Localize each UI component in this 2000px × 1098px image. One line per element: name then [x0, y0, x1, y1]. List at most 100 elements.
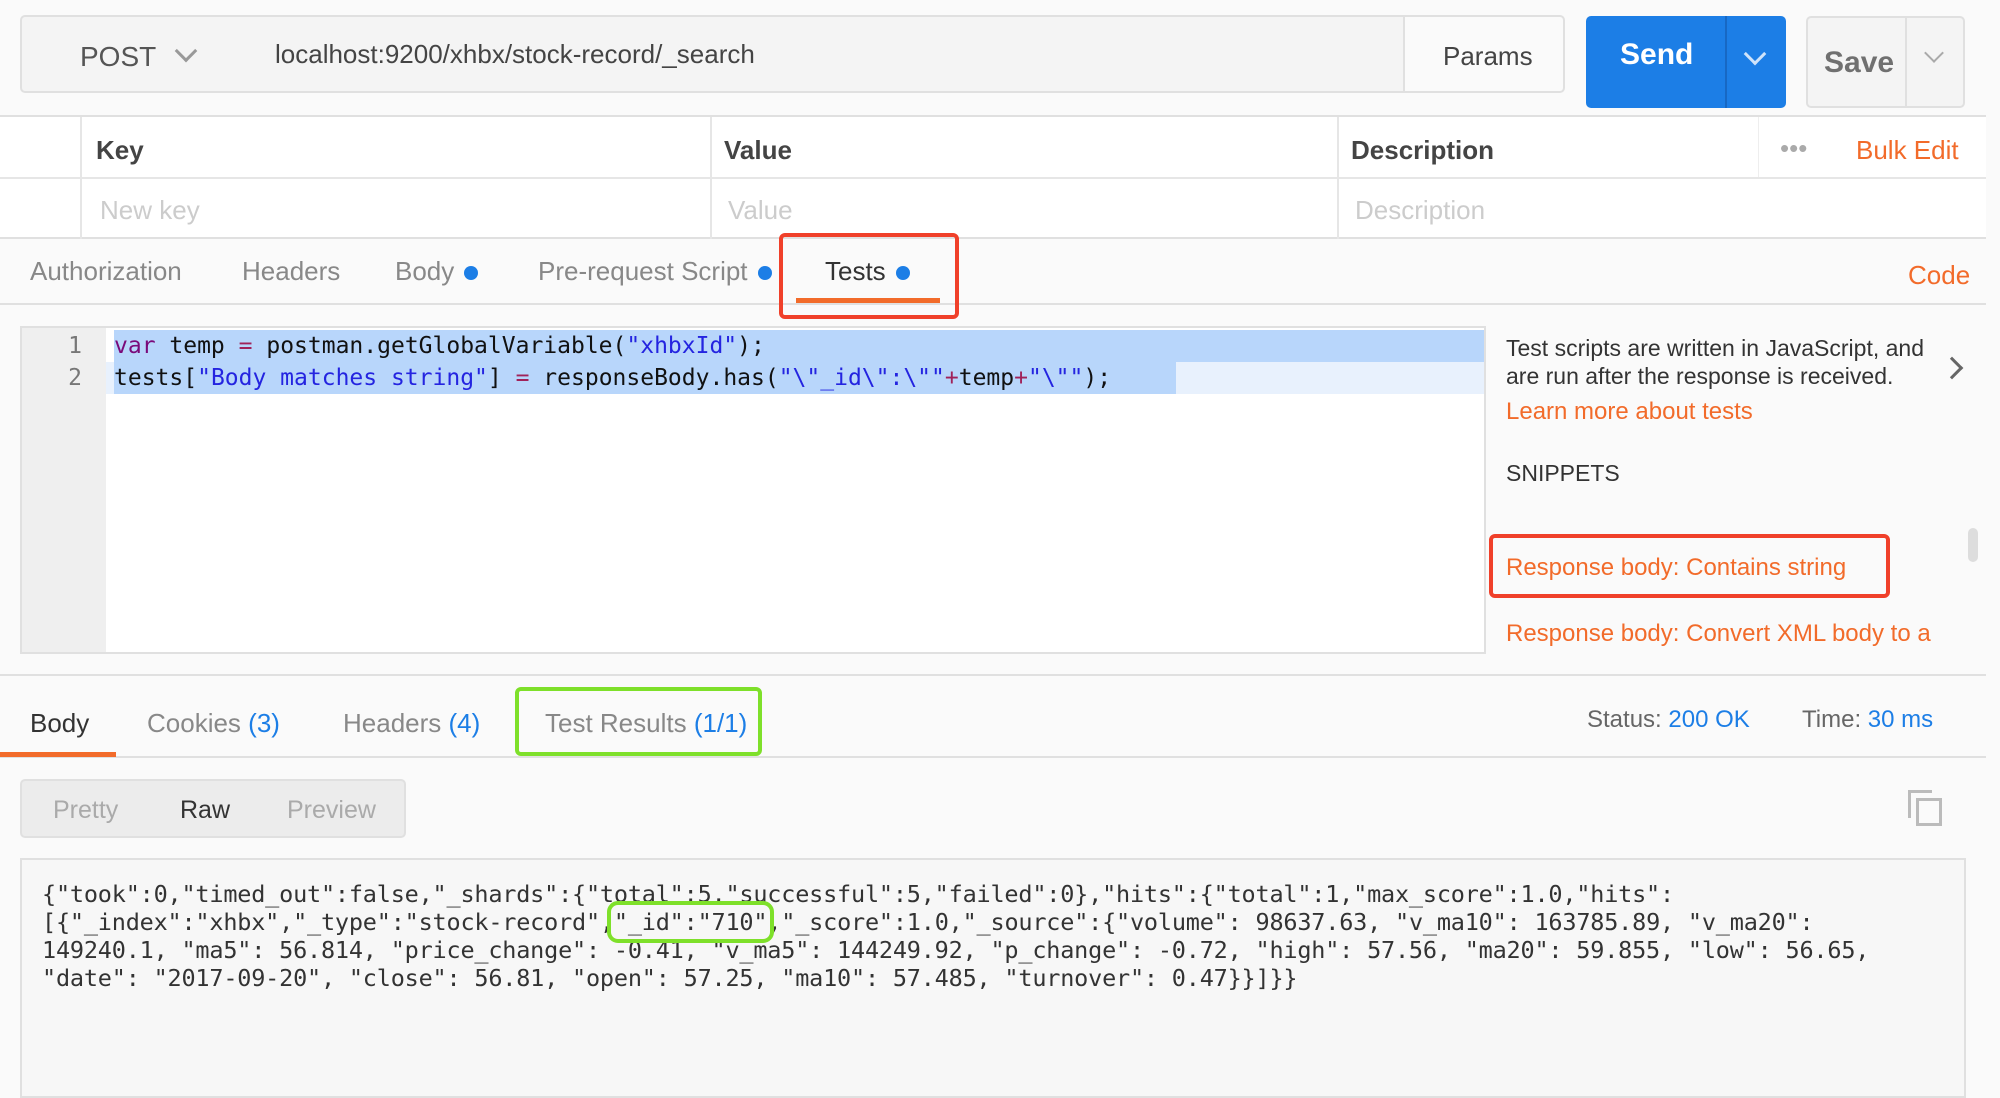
status-label: Status:	[1587, 706, 1662, 733]
tab-cookies[interactable]: Cookies (3)	[147, 708, 280, 739]
request-tabs: Authorization Headers Body Pre-request S…	[0, 239, 1986, 305]
response-time: Time: 30 ms	[1802, 706, 1933, 734]
tab-pre-request-script[interactable]: Pre-request Script	[538, 256, 772, 287]
chevron-down-icon	[174, 39, 198, 63]
modified-dot-icon	[757, 266, 772, 281]
tab-body-label: Body	[395, 256, 455, 286]
code-line: tests["Body matches string"] = responseB…	[114, 362, 1111, 394]
snippets-title: SNIPPETS	[1506, 460, 1620, 486]
method-select[interactable]: POST	[20, 15, 255, 93]
method-label: POST	[80, 41, 157, 72]
send-button[interactable]: Send	[1586, 16, 1725, 108]
status-value: 200 OK	[1668, 706, 1750, 733]
code-token: "\""	[1027, 365, 1084, 391]
code-line: var temp = postman.getGlobalVariable("xh…	[114, 330, 1111, 362]
save-label: Save	[1824, 46, 1895, 79]
code-token: ]	[487, 365, 516, 391]
snippet-convert-xml[interactable]: Response body: Convert XML body to a	[1506, 620, 1931, 648]
code-token: =	[238, 333, 253, 359]
response-text: {"took":0,"timed_out":false,"_shards":{"…	[42, 880, 1869, 992]
response-segment: "date": "2017-09-20", "close": 56.81, "o…	[42, 964, 1298, 992]
params-label: Params	[1443, 41, 1533, 71]
save-button[interactable]: Save	[1806, 16, 1906, 108]
response-segment: 149240.1, "ma5": 56.814, "price_change":…	[42, 936, 1870, 964]
response-segment: {"took":0,"timed_out":false,"_shards":{"…	[42, 880, 1674, 908]
header-key: Key	[96, 135, 144, 165]
snippets-scrollbar[interactable]	[1968, 528, 1978, 562]
params-table: Key Value Description ••• Bulk Edit New …	[0, 115, 1986, 239]
id-match-highlight: "_id":"710"	[606, 901, 775, 943]
cookies-count: (3)	[248, 708, 280, 738]
view-mode-toggle: Pretty Raw Preview	[20, 779, 406, 838]
time-label: Time:	[1802, 706, 1862, 733]
headers-count: (4)	[448, 708, 481, 738]
code-token: temp	[155, 333, 239, 359]
value-placeholder: Value	[728, 195, 793, 225]
tab-response-headers[interactable]: Headers (4)	[343, 708, 480, 739]
tab-authorization[interactable]: Authorization	[30, 256, 182, 287]
response-line: 149240.1, "ma5": 56.814, "price_change":…	[42, 936, 1869, 964]
view-preview[interactable]: Preview	[287, 796, 376, 825]
tab-headers[interactable]: Headers	[242, 256, 340, 287]
line-number: 2	[68, 365, 82, 391]
send-label: Send	[1620, 38, 1694, 71]
code-link[interactable]: Code	[1908, 260, 1970, 291]
tab-headers-label: Headers	[343, 708, 442, 738]
response-line: "date": "2017-09-20", "close": 56.81, "o…	[42, 964, 1869, 992]
code-token: tests[	[114, 365, 198, 391]
snippet-highlight	[1489, 534, 1890, 598]
params-new-row: New key Value Description	[0, 179, 1986, 239]
line-numbers: 1 2	[22, 330, 82, 394]
modified-dot-icon	[464, 266, 479, 281]
response-segment: [{"_index":"xhbx","_type":"stock-record"…	[42, 908, 614, 936]
chevron-down-icon	[1924, 43, 1944, 63]
send-dropdown-button[interactable]	[1725, 16, 1786, 108]
new-description-input[interactable]: Description	[1339, 179, 1986, 239]
tab-prerequest-label: Pre-request Script	[538, 256, 748, 286]
panel-description: Test scripts are written in JavaScript, …	[1506, 335, 1924, 389]
header-value: Value	[724, 135, 792, 165]
code-token: "xhbxId"	[626, 333, 738, 359]
response-line: {"took":0,"timed_out":false,"_shards":{"…	[42, 880, 1869, 908]
learn-more-link[interactable]: Learn more about tests	[1506, 398, 1936, 426]
params-button[interactable]: Params	[1403, 15, 1565, 93]
code-token: =	[515, 365, 530, 391]
description-placeholder: Description	[1355, 195, 1486, 225]
line-number: 1	[68, 333, 82, 359]
copy-icon[interactable]	[1908, 790, 1942, 826]
bulk-edit-link[interactable]: Bulk Edit	[1856, 135, 1959, 166]
code-token: var	[114, 333, 156, 359]
url-input[interactable]: localhost:9200/xhbx/stock-record/_search	[253, 15, 1405, 93]
code-token: "\"_id\":\""	[778, 365, 945, 391]
response-body-viewer[interactable]: {"took":0,"timed_out":false,"_shards":{"…	[20, 858, 1966, 1098]
code-lines: var temp = postman.getGlobalVariable("xh…	[114, 330, 1111, 394]
chevron-down-icon	[1743, 42, 1767, 66]
code-token: postman.getGlobalVariable(	[252, 333, 627, 359]
tab-cookies-label: Cookies	[147, 708, 241, 738]
code-token: "Body matches string"	[197, 365, 488, 391]
view-raw[interactable]: Raw	[180, 796, 230, 825]
active-tab-underline	[0, 752, 116, 757]
response-segment: ,"_score":1.0,"_source":{"volume": 98637…	[767, 908, 1814, 936]
code-token: );	[737, 333, 765, 359]
code-token: temp	[958, 365, 1015, 391]
test-script-editor[interactable]: 1 2 var temp = postman.getGlobalVariable…	[20, 326, 1486, 654]
tests-tab-highlight	[779, 233, 959, 319]
time-value: 30 ms	[1867, 706, 1934, 733]
chevron-right-icon[interactable]	[1940, 356, 1964, 380]
new-value-input[interactable]: Value	[712, 179, 1339, 239]
view-pretty[interactable]: Pretty	[53, 796, 118, 825]
tab-response-body[interactable]: Body	[30, 708, 89, 739]
tests-side-panel: Test scripts are written in JavaScript, …	[1506, 334, 1936, 487]
save-dropdown-button[interactable]	[1905, 16, 1965, 108]
tab-body[interactable]: Body	[395, 256, 479, 287]
code-token: );	[1083, 365, 1112, 391]
more-options-icon[interactable]: •••	[1780, 133, 1807, 164]
header-description: Description	[1351, 135, 1495, 165]
code-token: +	[1014, 365, 1028, 391]
url-text: localhost:9200/xhbx/stock-record/_search	[275, 39, 755, 69]
test-results-highlight	[515, 687, 762, 756]
response-tabs: Body Cookies (3) Headers (4) Test Result…	[0, 674, 1986, 758]
code-token: +	[944, 365, 959, 391]
new-key-input[interactable]: New key	[82, 179, 712, 239]
